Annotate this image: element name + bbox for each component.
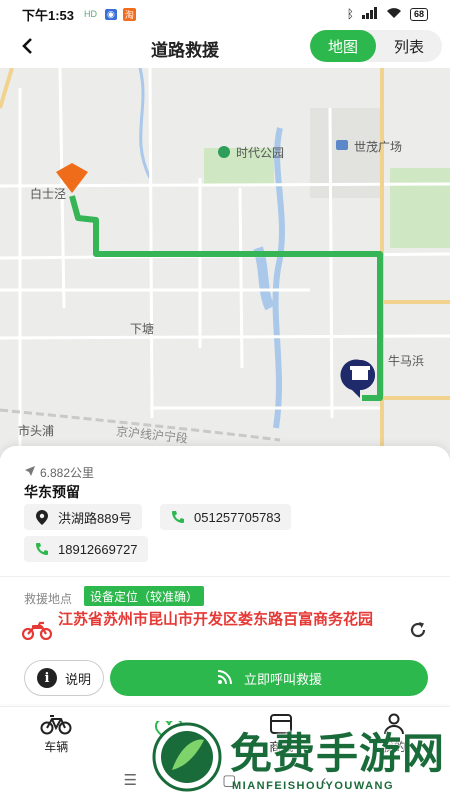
watermark-logo-icon: [152, 722, 222, 792]
phone-chip-2[interactable]: 18912669727: [24, 536, 148, 562]
tab-vehicle-label: 车辆: [44, 739, 69, 754]
battery-icon: 68: [409, 7, 428, 21]
view-toggle: 地图 列表: [310, 30, 442, 62]
refresh-icon[interactable]: [408, 620, 428, 640]
river: [272, 127, 285, 429]
green-area: [390, 168, 450, 248]
map-label-park: 时代公园: [236, 146, 285, 160]
phone-icon: [34, 541, 50, 557]
motorcycle-icon: [21, 620, 53, 641]
status-bar: 下午1:53 HD ◉ 淘 ᛒ 68: [0, 0, 450, 28]
notification-icon: HD: [84, 9, 98, 19]
location-source-badge: 设备定位（较准确）: [84, 586, 205, 606]
phone-icon: [170, 509, 186, 525]
map-view[interactable]: 时代公园 世茂广场 白士泾 下塘 牛马浜 市头浦 京沪线沪宁段: [0, 68, 450, 458]
bicycle-icon: [40, 714, 72, 734]
taobao-notification-icon: 淘: [122, 7, 136, 21]
map-label-plaza: 世茂广场: [354, 140, 403, 154]
route-line: [69, 195, 383, 401]
canal: [138, 68, 152, 179]
info-button[interactable]: i 说明: [24, 660, 104, 696]
watermark-text: 免费手游网: [230, 730, 446, 777]
divider: [0, 576, 450, 577]
call-rescue-button[interactable]: 立即呼叫救援: [110, 660, 428, 696]
rescue-location-label: 救援地点: [24, 592, 73, 606]
station-address-chip: 洪湖路889号: [24, 504, 142, 530]
wifi-icon: [386, 7, 402, 22]
map-label-xiatang: 下塘: [130, 322, 155, 336]
phone-number-1: 051257705783: [194, 509, 281, 525]
distance-text: 6.882公里: [40, 466, 95, 480]
broadcast-icon: [216, 668, 234, 689]
info-button-label: 说明: [64, 671, 91, 687]
map-view-tab[interactable]: 地图: [310, 30, 376, 62]
distance-row: 6.882公里: [24, 464, 94, 481]
call-rescue-label: 立即呼叫救援: [243, 671, 322, 687]
plaza-icon: [336, 140, 348, 150]
menu-icon[interactable]: ☰: [124, 771, 137, 789]
destination-marker-icon[interactable]: [340, 359, 375, 398]
map-label-shitoupu: 市头浦: [18, 424, 55, 438]
station-name: 华东预留: [24, 484, 80, 500]
signal-icon: [361, 6, 378, 22]
map-label-niumabang: 牛马浜: [388, 354, 425, 368]
map-canvas: [0, 68, 450, 458]
navigation-arrow-icon: [24, 465, 36, 480]
tab-vehicle[interactable]: 车辆: [0, 707, 113, 760]
map-label-baishi: 白士泾: [30, 187, 67, 201]
park-icon: [218, 146, 230, 158]
app-notification-icon: ◉: [105, 8, 117, 20]
status-time: 下午1:53: [22, 7, 75, 23]
bluetooth-icon: ᛒ: [346, 7, 354, 21]
watermark: 免费手游网 MIANFEISHOUYOUWANG: [152, 700, 450, 800]
status-right: ᛒ 68: [346, 6, 428, 22]
watermark-subtext: MIANFEISHOUYOUWANG: [232, 780, 395, 792]
rescue-address: 江苏省苏州市昆山市开发区娄东路百富商务花园: [58, 611, 374, 628]
list-view-tab[interactable]: 列表: [376, 30, 442, 62]
location-pin-icon: [34, 509, 50, 525]
station-address: 洪湖路889号: [58, 510, 132, 526]
station-sheet: 6.882公里 华东预留 洪湖路889号 051257705783 189126…: [0, 446, 450, 704]
info-icon: i: [36, 668, 57, 688]
app-header: 道路救援 地图 列表: [0, 28, 450, 68]
phone-chip-1[interactable]: 051257705783: [160, 504, 291, 530]
phone-number-2: 18912669727: [58, 541, 138, 557]
